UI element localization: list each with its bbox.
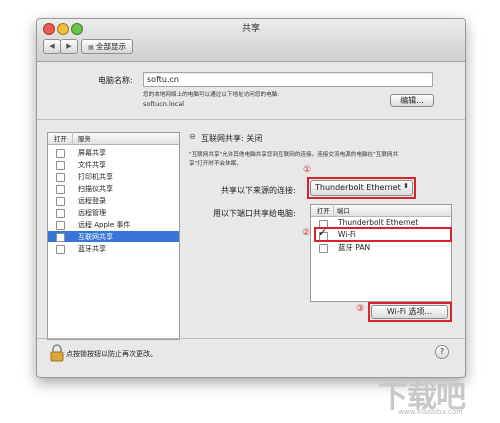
internet-sharing-desc-line2: 享"打开时不会休眠。 [189, 161, 242, 167]
show-all-button[interactable]: ▦ 全部显示 [81, 39, 133, 54]
title-bar: 共享 ◀ ▶ ▦ 全部显示 [37, 19, 465, 62]
lock-icon [50, 344, 64, 362]
annotation-box-1 [307, 177, 416, 199]
local-address-description: 您的本地网络上的电脑可以通过以下地址访问您的电脑: [143, 92, 280, 98]
service-row-file-sharing[interactable]: 文件共享 [48, 159, 179, 170]
service-label: 文件共享 [78, 161, 106, 169]
ports-col-port: 端口 [337, 207, 350, 215]
watermark-url: www.xiazaiba.com [398, 408, 463, 416]
col-service: 服务 [78, 135, 91, 143]
internet-sharing-status: 互联网共享: 关闭 [201, 134, 263, 143]
annotation-box-2 [314, 227, 452, 242]
section-divider [37, 119, 465, 120]
service-checkbox[interactable] [56, 161, 65, 170]
annotation-number-1: ① [303, 165, 312, 175]
ports-list-header: 打开 端口 [311, 204, 451, 217]
services-list: 打开 服务 屏幕共享 文件共享 打印机共享 扫描仪共享 远程登录 远程管理 远程… [47, 132, 180, 340]
service-label: 扫描仪共享 [78, 185, 113, 193]
annotation-number-2: ② [302, 228, 311, 238]
service-row-internet-sharing[interactable]: 互联网共享 [48, 231, 179, 242]
service-checkbox[interactable] [56, 245, 65, 254]
internet-sharing-desc-line1: "互联网共享"允许其他电脑共享您到互联网的连接。连接交流电源的电脑在"互联网共 [189, 152, 399, 158]
service-row-bluetooth-sharing[interactable]: 蓝牙共享 [48, 243, 179, 254]
computer-name-field[interactable]: softu.cn [143, 72, 433, 87]
lock-hint-text: 点按锁按钮以防止再次更改。 [66, 350, 157, 358]
col-separator [333, 204, 334, 216]
service-checkbox[interactable] [56, 197, 65, 206]
footer-divider [37, 338, 465, 339]
service-checkbox[interactable] [56, 173, 65, 182]
col-separator [72, 132, 73, 144]
ports-list: 打开 端口 Thunderbolt Ethernet ✓ Wi-Fi 蓝牙 PA… [310, 204, 452, 302]
service-label: 屏幕共享 [78, 149, 106, 157]
service-checkbox[interactable] [56, 149, 65, 158]
grid-icon: ▦ [87, 44, 94, 51]
port-row-bluetooth-pan[interactable]: 蓝牙 PAN [311, 241, 451, 253]
computer-name-value: softu.cn [147, 75, 179, 84]
chevron-right-icon: ▶ [66, 42, 72, 50]
port-label: Thunderbolt Ethernet [338, 218, 419, 227]
service-row-printer-sharing[interactable]: 打印机共享 [48, 171, 179, 182]
service-row-remote-apple-events[interactable]: 远程 Apple 事件 [48, 219, 179, 230]
window-title: 共享 [241, 24, 260, 34]
service-row-remote-login[interactable]: 远程登录 [48, 195, 179, 206]
lock-button[interactable] [50, 344, 64, 366]
share-from-label: 共享以下来源的连接: [221, 186, 296, 195]
service-label: 互联网共享 [78, 233, 113, 241]
col-on: 打开 [54, 135, 67, 143]
service-row-remote-management[interactable]: 远程管理 [48, 207, 179, 218]
back-button[interactable]: ◀ [43, 39, 61, 54]
service-label: 蓝牙共享 [78, 245, 106, 253]
service-row-scanner-sharing[interactable]: 扫描仪共享 [48, 183, 179, 194]
show-all-label: 全部显示 [96, 42, 127, 51]
forward-button[interactable]: ▶ [60, 39, 78, 54]
ports-col-on: 打开 [317, 207, 330, 215]
help-button[interactable]: ? [435, 345, 449, 359]
port-checkbox[interactable] [319, 244, 328, 253]
service-label: 远程登录 [78, 197, 106, 205]
service-row-screen-sharing[interactable]: 屏幕共享 [48, 147, 179, 158]
services-list-header: 打开 服务 [48, 132, 179, 145]
service-checkbox[interactable] [56, 221, 65, 230]
computer-name-label: 电脑名称: [98, 76, 133, 85]
service-checkbox[interactable] [56, 185, 65, 194]
edit-button[interactable]: 编辑... [390, 94, 434, 107]
port-label: 蓝牙 PAN [338, 243, 371, 252]
service-label: 远程 Apple 事件 [78, 221, 131, 229]
service-label: 远程管理 [78, 209, 106, 217]
service-checkbox[interactable] [56, 233, 65, 242]
local-address: softucn.local [143, 100, 185, 108]
sharing-window: 共享 ◀ ▶ ▦ 全部显示 电脑名称: softu.cn 您的本地网络上的电脑可… [36, 18, 466, 378]
service-checkbox[interactable] [56, 209, 65, 218]
annotation-box-3 [368, 302, 452, 322]
annotation-number-3: ③ [356, 304, 365, 314]
service-label: 打印机共享 [78, 173, 113, 181]
to-ports-label: 用以下端口共享给电脑: [213, 209, 296, 218]
status-indicator-icon: ⊖ [189, 132, 196, 141]
chevron-left-icon: ◀ [49, 42, 55, 50]
